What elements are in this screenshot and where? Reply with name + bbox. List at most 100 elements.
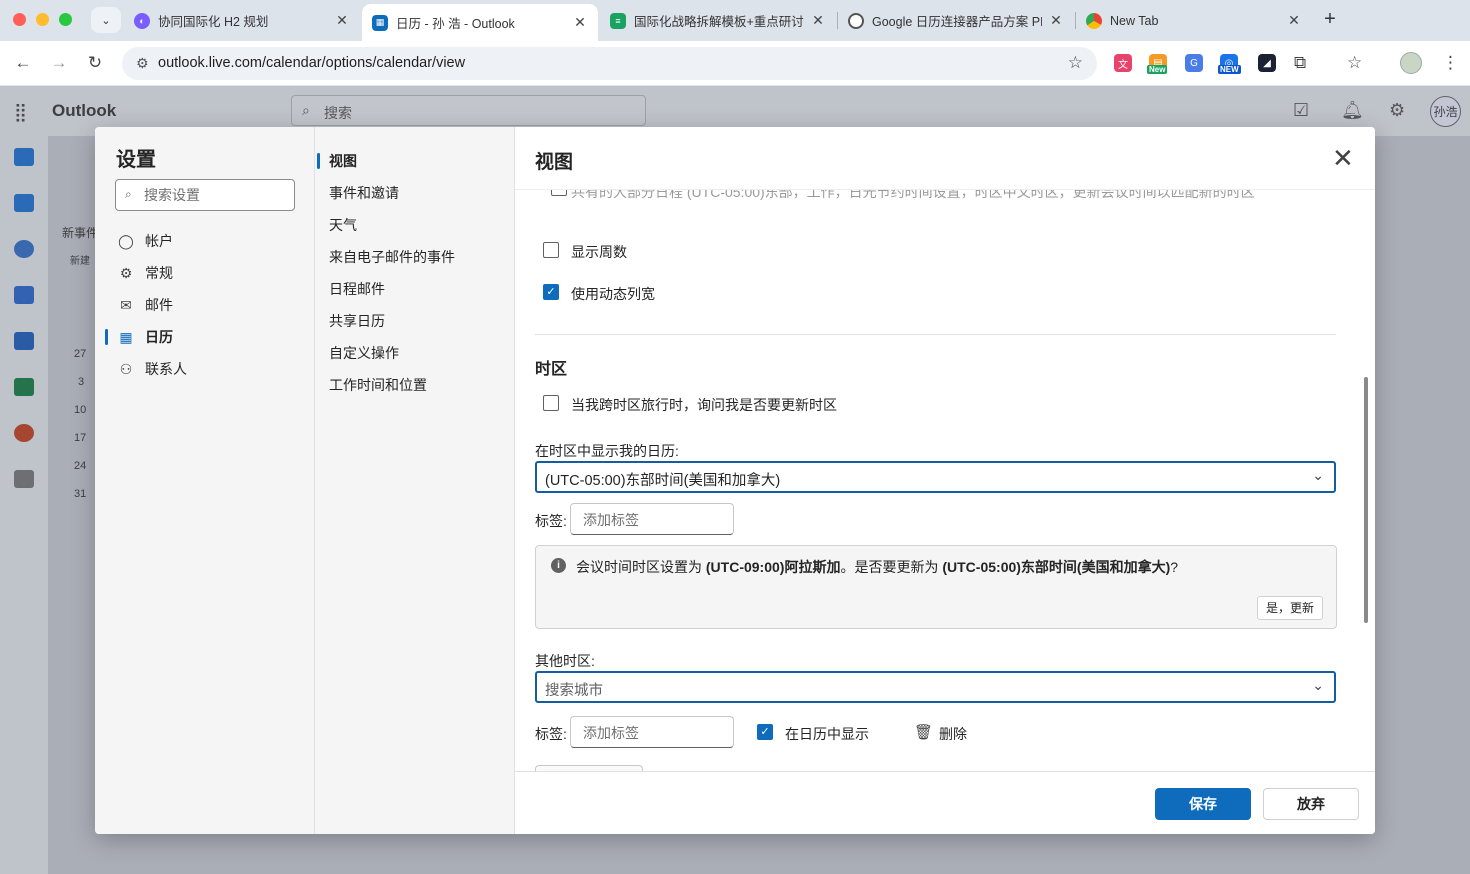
- person-icon: ◯: [118, 232, 134, 249]
- timezone-select[interactable]: (UTC-05:00)东部时间(美国和加拿大) ⌄: [535, 461, 1336, 493]
- people-icon: ⚇: [119, 360, 133, 377]
- address-bar[interactable]: ⚙ outlook.live.com/calendar/options/cale…: [122, 47, 1097, 80]
- calendar-icon: ▦: [119, 328, 133, 345]
- bookmark-star-icon[interactable]: ☆: [1068, 53, 1083, 73]
- tab-title: New Tab: [1110, 13, 1159, 28]
- section-divider: [535, 334, 1336, 335]
- tab-close-icon[interactable]: ✕: [1048, 12, 1064, 29]
- browser-tab-active[interactable]: ▦ 日历 - 孙 浩 - Outlook ✕: [362, 4, 598, 41]
- browser-tab[interactable]: ≡ 国际化战略拆解模板+重点研讨 ✕: [600, 5, 836, 36]
- timezone-update-message: 会议时间时区设置为 (UTC-09:00)阿拉斯加。是否要更新为 (UTC-05…: [576, 557, 1178, 577]
- info-to-timezone: (UTC-05:00)东部时间(美国和加拿大): [942, 559, 1171, 575]
- extension-icon[interactable]: ◢: [1258, 54, 1276, 72]
- category-calendar[interactable]: ▦ 日历: [95, 323, 315, 351]
- dialog-footer: 保存 放弃: [515, 771, 1375, 834]
- tab-title: 协同国际化 H2 规划: [158, 15, 269, 29]
- tab-close-icon[interactable]: ✕: [572, 14, 588, 31]
- ask-update-timezone-label: 当我跨时区旅行时，询问我是否要更新时区: [571, 397, 837, 413]
- subcategory-work-hours-location[interactable]: 工作时间和位置: [315, 371, 515, 399]
- settings-scroll-area[interactable]: 共有的大部分日程 (UTC-05:00)东部，工作，日光节约时间设置，时区中文时…: [515, 189, 1375, 771]
- delete-timezone-button[interactable]: 删除: [939, 724, 967, 744]
- show-in-calendar-label: 在日历中显示: [785, 726, 869, 742]
- browser-tab[interactable]: ◐ 协同国际化 H2 规划 ✕: [124, 5, 360, 36]
- tab-search-chevron-icon[interactable]: ⌄: [91, 7, 121, 33]
- globe-favicon-icon: [848, 12, 864, 29]
- new-badge: NEW: [1218, 65, 1241, 74]
- close-icon[interactable]: ✕: [1332, 145, 1354, 171]
- category-account[interactable]: ◯ 帐户: [95, 227, 315, 255]
- search-city-placeholder: 搜索城市: [545, 683, 603, 699]
- info-icon: i: [551, 558, 566, 573]
- subcategory-events-from-email[interactable]: 来自电子邮件的事件: [315, 243, 515, 271]
- subcategory-shared-calendars[interactable]: 共享日历: [315, 307, 515, 335]
- timezone-tag-input[interactable]: [583, 510, 723, 530]
- ask-update-timezone-checkbox[interactable]: [543, 395, 559, 411]
- category-label: 帐户: [145, 233, 173, 249]
- settings-subcategory-nav: 视图 事件和邀请 天气 来自电子邮件的事件 日程邮件 共享日历 自定义操作 工作…: [315, 127, 515, 834]
- reading-list-star-icon[interactable]: ☆: [1347, 53, 1362, 73]
- category-people[interactable]: ⚇ 联系人: [95, 355, 315, 383]
- category-general[interactable]: ⚙ 常规: [95, 259, 315, 287]
- show-week-numbers-checkbox[interactable]: [543, 242, 559, 258]
- subcategory-weather[interactable]: 天气: [315, 211, 515, 239]
- chevron-down-icon: ⌄: [1312, 677, 1324, 693]
- timezone-tag-field[interactable]: [570, 503, 734, 535]
- back-arrow-icon[interactable]: ←: [11, 52, 35, 76]
- sheet-favicon-icon: ≡: [610, 12, 626, 29]
- other-timezone-tag-field[interactable]: [570, 716, 734, 748]
- window-minimize-button[interactable]: [36, 13, 49, 26]
- reload-icon[interactable]: ↻: [83, 52, 107, 76]
- browser-tab-strip: ⌄ ◐ 协同国际化 H2 规划 ✕ ▦ 日历 - 孙 浩 - Outlook ✕…: [0, 0, 1470, 41]
- other-timezone-tag-input[interactable]: [583, 723, 723, 743]
- window-zoom-button[interactable]: [59, 13, 72, 26]
- url-text[interactable]: outlook.live.com/calendar/options/calend…: [158, 55, 465, 71]
- dynamic-column-width-checkbox[interactable]: ✓: [543, 284, 559, 300]
- pane-scrollbar[interactable]: [1364, 377, 1368, 623]
- browser-toolbar: ← → ↻ ⚙ outlook.live.com/calendar/option…: [0, 41, 1470, 86]
- browser-tab[interactable]: New Tab ✕: [1076, 5, 1312, 36]
- subcategory-label: 视图: [329, 153, 357, 169]
- google-translate-extension-icon[interactable]: G: [1185, 54, 1203, 72]
- forward-arrow-icon[interactable]: →: [47, 52, 71, 76]
- category-label: 邮件: [145, 297, 173, 313]
- browser-tab[interactable]: Google 日历连接器产品方案 PRD ✕: [838, 5, 1074, 36]
- subcategory-agenda-mail[interactable]: 日程邮件: [315, 275, 515, 303]
- subcategory-custom-actions[interactable]: 自定义操作: [315, 339, 515, 367]
- settings-search-input[interactable]: [144, 185, 289, 205]
- subcategory-events-invitations[interactable]: 事件和邀请: [315, 179, 515, 207]
- browser-menu-icon[interactable]: ⋮: [1442, 53, 1459, 73]
- extensions-puzzle-icon[interactable]: ⧉: [1294, 53, 1306, 73]
- settings-search-box[interactable]: ⌕: [115, 179, 295, 211]
- timezone-update-infobar: i 会议时间时区设置为 (UTC-09:00)阿拉斯加。是否要更新为 (UTC-…: [535, 545, 1337, 629]
- calendar-favicon-icon: ▦: [372, 14, 388, 31]
- timezone-selected-value: (UTC-05:00)东部时间(美国和加拿大): [545, 473, 781, 489]
- window-close-button[interactable]: [13, 13, 26, 26]
- yes-update-button[interactable]: 是，更新: [1256, 596, 1323, 620]
- site-info-icon[interactable]: ⚙: [136, 55, 149, 72]
- tab-close-icon[interactable]: ✕: [334, 12, 350, 29]
- profile-avatar[interactable]: [1400, 52, 1422, 74]
- subcategory-view[interactable]: 视图: [315, 147, 515, 175]
- timezone-heading: 时区: [535, 361, 568, 378]
- subcategory-label: 日程邮件: [329, 281, 385, 297]
- discard-button[interactable]: 放弃: [1263, 788, 1359, 820]
- gear-icon: ⚙: [119, 264, 133, 281]
- other-tag-label: 标签:: [535, 726, 567, 742]
- tab-title: Google 日历连接器产品方案 PRD: [872, 15, 1042, 29]
- cut-off-checkbox[interactable]: [551, 190, 567, 196]
- info-text: ?: [1170, 559, 1179, 575]
- other-timezone-select[interactable]: 搜索城市 ⌄: [535, 671, 1336, 703]
- show-in-calendar-checkbox[interactable]: ✓: [757, 724, 773, 740]
- tag-label: 标签:: [535, 513, 567, 529]
- show-week-numbers-label: 显示周数: [571, 244, 627, 260]
- translate-extension-icon[interactable]: 文: [1114, 54, 1132, 72]
- tab-close-icon[interactable]: ✕: [1286, 12, 1302, 29]
- save-button[interactable]: 保存: [1155, 788, 1251, 820]
- new-tab-plus-icon[interactable]: +: [1318, 8, 1342, 32]
- trash-icon[interactable]: 🗑︎: [914, 723, 933, 741]
- subcategory-label: 来自电子邮件的事件: [329, 249, 455, 265]
- tab-title: 国际化战略拆解模板+重点研讨: [634, 15, 804, 29]
- category-label: 常规: [145, 265, 173, 281]
- category-mail[interactable]: ✉ 邮件: [95, 291, 315, 319]
- tab-close-icon[interactable]: ✕: [810, 12, 826, 29]
